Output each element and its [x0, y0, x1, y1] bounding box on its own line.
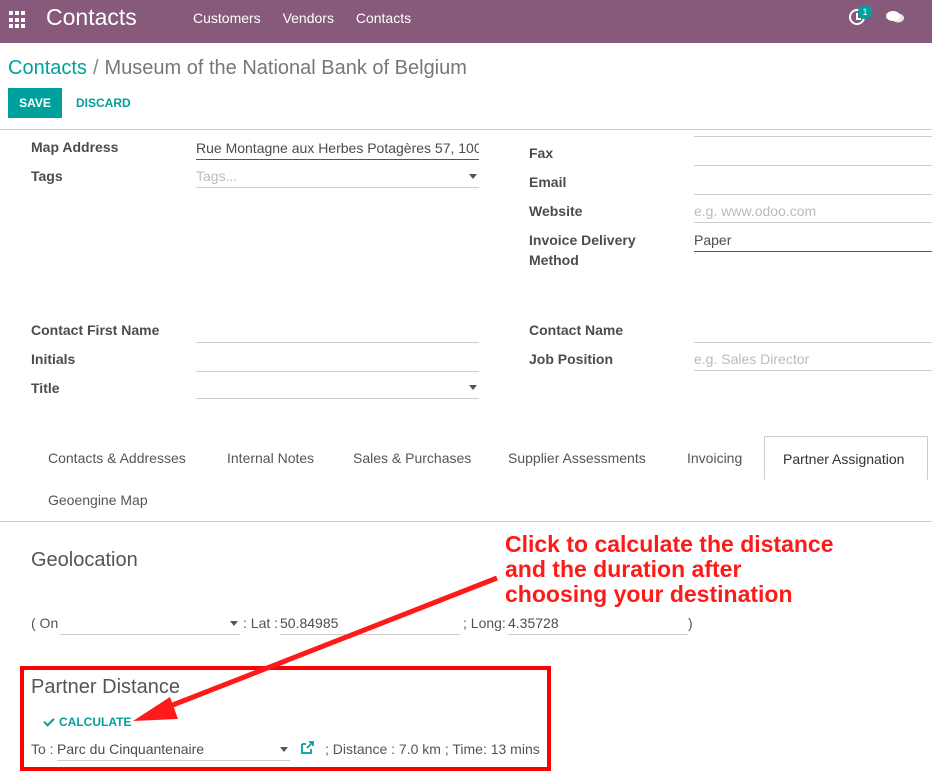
website-field[interactable]: e.g. www.odoo.com — [694, 199, 932, 223]
field-top-line — [694, 136, 932, 137]
title-label: Title — [31, 380, 60, 396]
external-link-icon[interactable] — [300, 741, 314, 755]
nav-menu: Customers Vendors Contacts — [193, 10, 429, 26]
job-position-placeholder: e.g. Sales Director — [694, 351, 810, 367]
to-label: To : — [31, 741, 54, 757]
map-address-field[interactable]: Rue Montagne aux Herbes Potagères 57, 10… — [196, 136, 479, 160]
discard-button[interactable]: DISCARD — [66, 88, 141, 118]
tab-contacts-addresses[interactable]: Contacts & Addresses — [48, 450, 186, 466]
breadcrumb-separator: / — [92, 57, 99, 79]
fax-field[interactable] — [694, 165, 932, 166]
tab-supplier-assessments[interactable]: Supplier Assessments — [508, 450, 646, 466]
chat-icon[interactable] — [886, 10, 904, 24]
long-label: ; Long: — [463, 615, 506, 631]
invoice-delivery-label-1: Invoice Delivery — [529, 232, 636, 248]
chevron-down-icon[interactable] — [230, 621, 238, 626]
annotation-line-3: choosing your destination — [505, 581, 793, 607]
map-address-label: Map Address — [31, 139, 119, 155]
top-navbar: Contacts Customers Vendors Contacts 1 — [0, 0, 932, 43]
tab-internal-notes[interactable]: Internal Notes — [227, 450, 314, 466]
tab-invoicing[interactable]: Invoicing — [687, 450, 742, 466]
destination-select[interactable]: Parc du Cinquantenaire — [57, 737, 290, 761]
title-field[interactable] — [196, 375, 479, 399]
chevron-down-icon[interactable] — [469, 174, 477, 179]
calculate-button[interactable]: CALCULATE — [43, 715, 132, 729]
annotation-line-2: and the duration after — [505, 556, 742, 582]
chevron-down-icon[interactable] — [469, 385, 477, 390]
breadcrumb-current: Museum of the National Bank of Belgium — [104, 57, 467, 79]
tab-geoengine-map[interactable]: Geoengine Map — [48, 492, 148, 508]
fax-label: Fax — [529, 145, 554, 161]
menu-vendors[interactable]: Vendors — [283, 10, 334, 26]
invoice-delivery-label-2: Method — [529, 252, 579, 268]
contact-first-name-field[interactable] — [196, 342, 479, 343]
geo-on-select[interactable] — [60, 611, 240, 635]
chevron-down-icon[interactable] — [280, 747, 288, 752]
tab-sales-purchases[interactable]: Sales & Purchases — [353, 450, 471, 466]
partner-distance-title: Partner Distance — [31, 676, 180, 698]
breadcrumb-contacts-link[interactable]: Contacts — [8, 57, 87, 79]
contact-first-name-label: Contact First Name — [31, 322, 160, 338]
lat-label: : Lat : — [243, 615, 279, 631]
apps-grid-icon[interactable] — [9, 11, 27, 29]
website-label: Website — [529, 203, 583, 219]
contact-name-field[interactable] — [694, 342, 932, 343]
tags-field[interactable]: Tags... — [196, 164, 479, 188]
destination-value: Parc du Cinquantenaire — [57, 741, 205, 757]
app-brand: Contacts — [46, 4, 137, 30]
lat-field[interactable]: 50.84985 — [280, 611, 460, 635]
check-icon — [43, 715, 55, 727]
geo-open-paren: ( On — [31, 615, 59, 631]
form-divider — [0, 129, 932, 130]
email-label: Email — [529, 174, 567, 190]
breadcrumb: Contacts / Museum of the National Bank of … — [8, 57, 467, 80]
contact-name-label: Contact Name — [529, 322, 624, 338]
long-field[interactable]: 4.35728 — [508, 611, 688, 635]
save-button[interactable]: SAVE — [8, 88, 62, 118]
job-position-label: Job Position — [529, 351, 613, 367]
distance-result: ; Distance : 7.0 km ; Time: 13 mins — [325, 741, 540, 757]
annotation-text: Click to calculate the distance and the … — [505, 532, 905, 607]
tags-placeholder: Tags... — [196, 168, 238, 184]
initials-label: Initials — [31, 351, 76, 367]
website-placeholder: e.g. www.odoo.com — [694, 203, 817, 219]
activity-badge: 1 — [858, 5, 872, 19]
tags-label: Tags — [31, 168, 63, 184]
email-field[interactable] — [694, 194, 932, 195]
job-position-field[interactable]: e.g. Sales Director — [694, 347, 932, 371]
tab-partner-assignation[interactable]: Partner Assignation — [783, 451, 904, 467]
tabs-divider — [0, 521, 932, 522]
menu-contacts[interactable]: Contacts — [356, 10, 411, 26]
initials-field[interactable] — [196, 371, 479, 372]
menu-customers[interactable]: Customers — [193, 10, 261, 26]
geo-close-paren: ) — [688, 615, 693, 631]
invoice-delivery-field[interactable]: Paper — [694, 228, 932, 252]
calculate-label: CALCULATE — [59, 715, 132, 729]
geolocation-title: Geolocation — [31, 549, 138, 571]
annotation-line-1: Click to calculate the distance — [505, 531, 834, 557]
